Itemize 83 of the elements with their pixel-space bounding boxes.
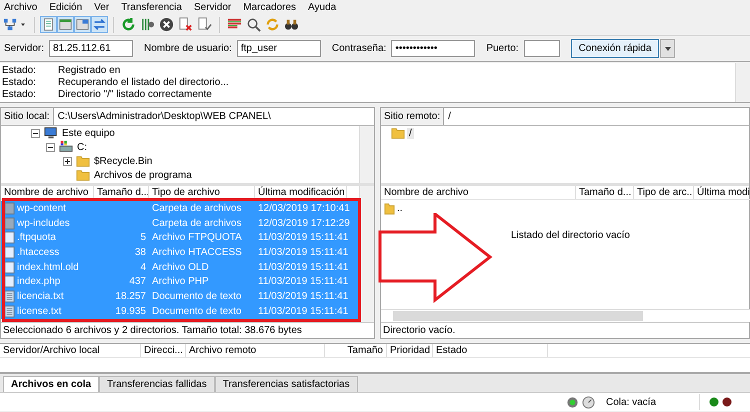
password-field[interactable]: •••••••••••• [391,40,476,57]
column-header[interactable]: Última modificación [255,186,347,199]
menu-item[interactable]: Transferencia [115,2,188,12]
quickconnect-button[interactable]: Conexión rápida [570,39,660,58]
tab[interactable]: Transferencias fallidas [99,376,215,392]
column-header[interactable]: Estado [433,344,548,357]
file-name: license.txt [17,306,62,317]
input-field[interactable]: 81.25.112.61 [49,40,134,57]
menu-item[interactable]: Edición [43,2,88,12]
file-date: 12/03/2019 17:10:41 [257,202,347,214]
field-label: Servidor: [4,43,44,54]
log-message: Recuperando el listado del directorio... [58,77,229,89]
path-field[interactable]: C:\Users\Administrador\Desktop\WEB CPANEL\ [54,111,374,122]
file-name: wp-includes [17,218,70,229]
path-field[interactable]: / [444,111,749,122]
menu-item[interactable]: Ayuda [302,2,342,12]
tab[interactable]: Transferencias satisfactorias [214,376,358,392]
log-label: Estado: [1,77,37,89]
file-type: Archivo HTACCESS [151,246,243,258]
column-header[interactable]: Tipo de archivo [149,186,255,199]
directory-status: Directorio vacío. [381,322,749,338]
file-size: 4 [139,262,147,273]
file-date: 11/03/2019 15:11:41 [257,246,347,258]
file-name: .. [397,202,403,214]
menu-item[interactable]: Archivo [0,2,44,12]
file-date: 11/03/2019 15:11:41 [257,262,347,273]
file-type: Archivo FTPQUOTA [151,232,243,244]
file-name: index.html.old [17,262,79,273]
column-header[interactable]: Prioridad [387,344,433,357]
column-header[interactable]: Tamaño [325,344,387,357]
field-label: Contraseña: [332,43,386,54]
queue-status: Cola: vacía [606,396,658,408]
column-header[interactable]: Última modi [694,186,750,199]
field-label: Nombre de usuario: [144,43,232,54]
column-header[interactable]: Nombre de archivo [1,186,94,199]
file-size: 437 [128,276,147,288]
tree-item[interactable]: $Recycle.Bin [92,156,154,166]
file-name: wp-content [17,202,66,214]
column-header[interactable]: Archivo remoto [186,344,325,357]
menu-item[interactable]: Marcadores [237,2,302,12]
log-label: Estado: [1,65,37,77]
log-message: Registrado en [58,65,120,77]
file-type: Documento de texto [151,290,242,302]
file-type: Archivo OLD [151,262,210,273]
tree-item[interactable]: / [407,128,414,138]
column-header[interactable]: Tamaño d... [94,186,149,199]
tree-item[interactable]: Este equipo [60,128,117,138]
selection-status: Seleccionado 6 archivos y 2 directorios. Tamaño total: 38.676 bytes [1,322,374,338]
site-label: Sitio local: [1,108,54,125]
menu-item[interactable]: Ver [88,2,116,12]
menu-item[interactable]: Servidor [188,2,238,12]
file-name: licencia.txt [17,290,64,302]
column-header[interactable]: Servidor/Archivo local [0,344,141,357]
column-header[interactable]: Tamaño d... [576,186,634,199]
file-name: .ftpquota [17,232,56,244]
tab[interactable]: Archivos en cola [3,376,100,392]
tree-item[interactable]: C: [75,142,89,152]
file-size: 19.935 [114,306,147,317]
column-header[interactable]: Direcci... [141,344,186,357]
file-size: 5 [139,232,147,244]
site-label: Sitio remoto: [381,108,444,125]
file-type: Archivo PHP [151,276,210,288]
log-label: Estado: [1,89,37,101]
file-row[interactable]: .. [381,201,750,216]
file-name: index.php [17,276,60,288]
file-date: 11/03/2019 15:11:41 [257,276,347,288]
file-size: 18.257 [114,290,147,302]
file-size: 38 [134,246,147,258]
empty-message: Listado del directorio vacío [511,230,630,241]
file-type: Carpeta de archivos [151,218,242,229]
file-type: Documento de texto [151,306,242,317]
file-type: Carpeta de archivos [151,202,242,214]
column-header[interactable]: Tipo de arc... [634,186,694,199]
file-date: 11/03/2019 15:11:41 [257,306,347,317]
file-date: 11/03/2019 15:11:41 [257,232,347,244]
input-field[interactable]: ftp_user [236,40,321,57]
file-date: 11/03/2019 15:11:41 [257,290,347,302]
tree-item[interactable]: Archivos de programa [92,170,194,180]
log-message: Directorio "/" listado correctamente [58,89,212,101]
field-label: Puerto: [486,43,519,54]
column-header[interactable]: Nombre de archivo [381,186,576,199]
file-date: 12/03/2019 17:12:29 [257,218,347,229]
file-name: .htaccess [17,246,60,258]
